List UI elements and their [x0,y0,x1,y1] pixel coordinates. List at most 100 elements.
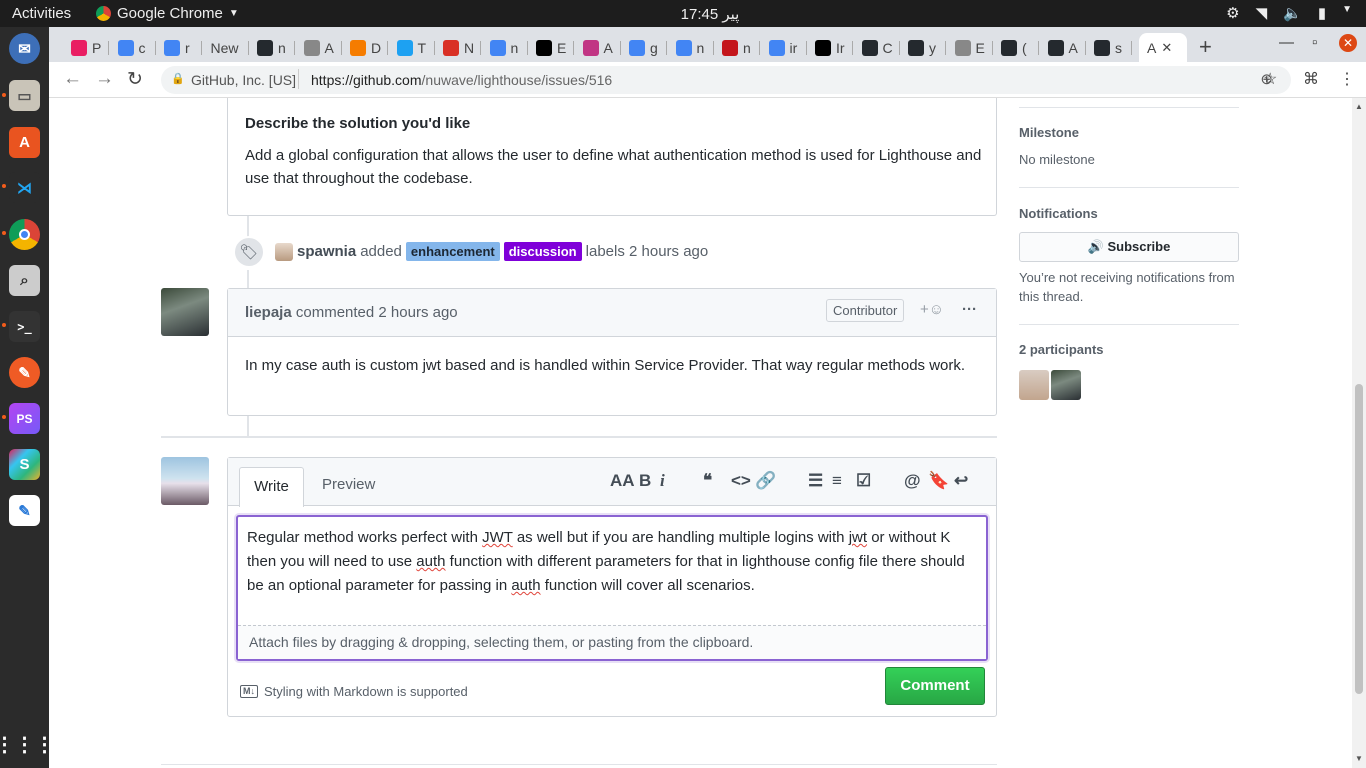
slack-icon[interactable]: S [9,449,40,480]
browser-tab[interactable]: n [482,33,518,62]
settings-icon[interactable]: ⚙ [1226,4,1239,22]
browser-tab[interactable]: D [342,33,381,62]
browser-tab[interactable]: A [575,33,613,62]
scrollbar-thumb[interactable] [1355,384,1363,694]
link-icon[interactable]: 🔗 [755,471,776,491]
close-icon[interactable]: ✕ [1161,40,1172,56]
browser-tab[interactable]: n [249,33,286,62]
battery-icon[interactable]: ▮ [1318,4,1326,22]
italic-icon[interactable]: i [660,471,665,491]
app-menu[interactable]: Google Chrome ▼ [96,5,239,22]
browser-tab[interactable]: y [900,33,936,62]
chevron-down-icon[interactable]: ▼ [1342,4,1352,22]
comment-author[interactable]: liepaja [245,304,292,321]
numbered-list-icon[interactable]: ≡ [832,471,842,491]
forward-icon[interactable]: → [95,68,114,90]
reference-icon[interactable]: 🔖 [928,471,949,491]
quote-icon[interactable]: ❝ [703,471,712,491]
browser-tab[interactable]: n [714,33,751,62]
avatar[interactable] [1051,370,1081,400]
comment-textarea[interactable]: Regular method works perfect with JWT as… [236,515,988,661]
text-editor-icon[interactable]: ✎ [9,495,40,526]
volume-icon[interactable]: 🔈 [1283,4,1302,22]
activities-button[interactable]: Activities [12,5,71,22]
bookmark-star-icon[interactable]: ☆ [1263,69,1277,89]
browser-tab[interactable]: T [389,33,426,62]
browser-tab[interactable]: E [528,33,566,62]
browser-tab[interactable]: P [63,33,101,62]
tab-write[interactable]: Write [239,467,304,507]
phpstorm-icon[interactable]: PS [9,403,40,434]
reload-icon[interactable]: ↻ [127,68,143,91]
browser-tab[interactable]: r [156,33,190,62]
browser-tab[interactable]: A [1040,33,1078,62]
maximize-button[interactable]: ▫ [1312,34,1317,51]
avatar[interactable] [275,242,293,261]
browser-tab[interactable]: C [854,33,893,62]
chrome-dock-icon[interactable] [9,219,40,250]
avatar[interactable] [161,457,209,505]
event-user[interactable]: spawnia [297,243,356,260]
avatar[interactable] [161,288,209,336]
browser-tab[interactable]: n [668,33,704,62]
comment-meta[interactable]: commented 2 hours ago [296,304,458,321]
minimize-button[interactable]: — [1279,34,1294,51]
task-list-icon[interactable]: ☑ [856,471,871,491]
url-text[interactable]: https://github.com/nuwave/lighthouse/iss… [311,72,612,88]
browser-tab[interactable]: c [110,33,146,62]
add-reaction-icon[interactable]: +☺ [920,301,944,318]
lock-icon[interactable]: 🔒 [171,72,185,85]
scroll-up-icon[interactable]: ▲ [1355,102,1363,111]
browser-tab[interactable]: E [947,33,985,62]
files-icon[interactable]: ▭ [9,80,40,111]
clock[interactable]: 17:45 پير [660,5,760,23]
browser-tab[interactable]: A [296,33,334,62]
new-tab-button[interactable]: + [1199,34,1212,60]
address-bar[interactable]: 🔒 GitHub, Inc. [US] https://github.com/n… [161,66,1291,94]
system-tray[interactable]: ⚙ ◥ 🔈 ▮ ▼ [1226,4,1352,22]
event-time: labels 2 hours ago [585,243,709,260]
app-grid-icon[interactable]: ⋮⋮⋮ [0,729,55,760]
favicon-icon [117,39,134,56]
comment-button[interactable]: Comment [885,667,985,705]
terminal-icon[interactable]: >_ [9,311,40,342]
milestone-title[interactable]: Milestone [1019,125,1239,140]
browser-tab[interactable]: g [621,33,658,62]
browser-tab[interactable]: New [203,33,239,62]
markdown-note[interactable]: M↓ Styling with Markdown is supported [240,684,468,699]
subscribe-button[interactable]: 🔊 Subscribe [1019,232,1239,262]
back-icon[interactable]: ← [63,68,82,90]
avatar[interactable] [1019,370,1049,400]
postman-icon[interactable]: ✎ [9,357,40,388]
wifi-icon[interactable]: ◥ [1256,4,1268,22]
browser-tab[interactable]: ir [761,33,797,62]
software-center-icon[interactable]: A [9,127,40,158]
issue-label[interactable]: discussion [503,242,582,261]
textarea-content[interactable]: Regular method works perfect with JWT as… [247,526,977,598]
menu-icon[interactable]: ⋮ [1339,69,1355,89]
text-size-icon[interactable]: AA [610,471,635,491]
search-icon[interactable]: ⌕ [9,265,40,296]
extension-icon[interactable]: ⌘ [1303,69,1319,89]
contributor-badge: Contributor [826,299,905,322]
page-scrollbar[interactable]: ▲ ▼ [1352,98,1366,768]
close-window-button[interactable]: ✕ [1339,34,1357,52]
reply-icon[interactable]: ↩ [954,471,968,491]
tab-preview[interactable]: Preview [322,476,375,493]
github-issue-page: Describe the solution you'd like Add a g… [49,98,1352,768]
browser-tab[interactable]: ( [993,33,1027,62]
thunderbird-icon[interactable]: ✉ [9,33,40,64]
scroll-down-icon[interactable]: ▼ [1355,754,1363,763]
bullet-list-icon[interactable]: ☰ [808,471,823,491]
more-options-icon[interactable]: ··· [962,301,977,318]
issue-label[interactable]: enhancement [405,242,500,261]
bold-icon[interactable]: B [639,471,651,491]
code-icon[interactable]: <> [731,471,751,491]
browser-tab[interactable]: s [1086,33,1122,62]
tab-active[interactable]: A ✕ [1139,33,1187,62]
attach-files-bar[interactable]: Attach files by dragging & dropping, sel… [238,625,986,659]
vscode-icon[interactable]: ⋊ [9,172,40,203]
mention-icon[interactable]: @ [904,471,921,491]
browser-tab[interactable]: Ir [807,33,845,62]
browser-tab[interactable]: N [435,33,474,62]
